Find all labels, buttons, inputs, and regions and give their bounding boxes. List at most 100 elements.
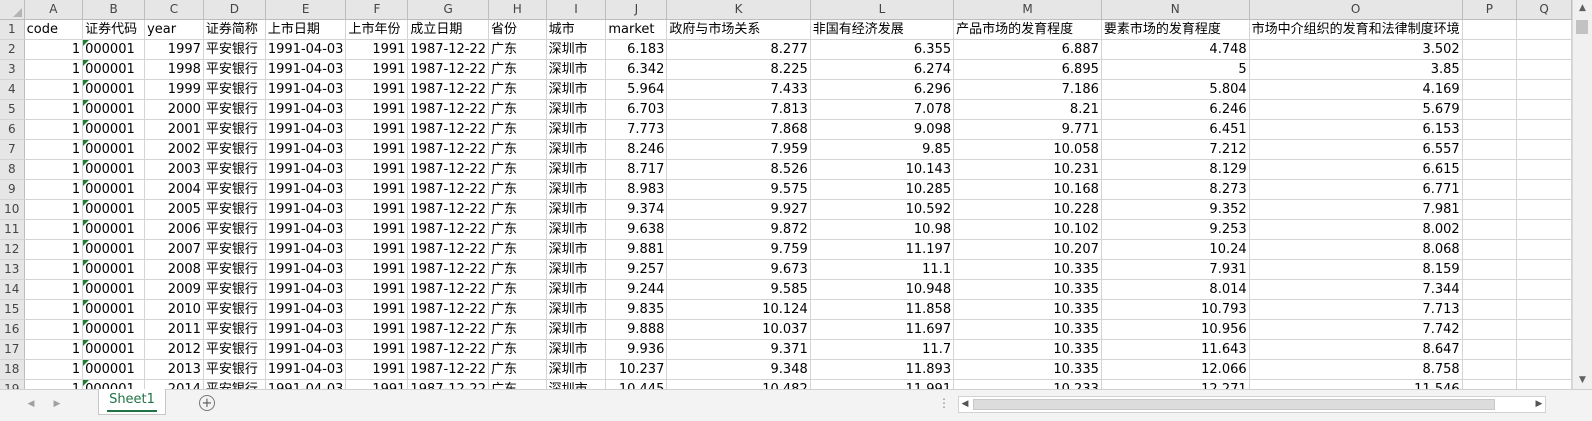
cell[interactable]: 1991 (345, 379, 409, 389)
cell[interactable]: 3.85 (1249, 59, 1463, 80)
cell[interactable]: 广东 (488, 319, 547, 340)
cell[interactable]: 1991 (345, 199, 409, 220)
row-header[interactable]: 6 (0, 119, 25, 140)
cell[interactable]: 深圳市 (546, 379, 607, 389)
cell[interactable]: 10.335 (953, 339, 1102, 360)
cell[interactable]: 1991 (345, 299, 409, 320)
cell[interactable]: 广东 (488, 239, 547, 260)
cell[interactable]: 1991-04-03 (265, 359, 347, 380)
cell[interactable]: 10.335 (953, 359, 1102, 380)
cell[interactable]: 广东 (488, 59, 547, 80)
cell[interactable]: 9.673 (666, 259, 811, 280)
column-header-m[interactable]: M (953, 0, 1102, 20)
cell[interactable]: 2010 (144, 299, 204, 320)
cell[interactable]: 平安银行 (203, 299, 266, 320)
cell[interactable]: 9.585 (666, 279, 811, 300)
cell[interactable]: 7.186 (953, 79, 1102, 100)
cell[interactable]: 1 (24, 379, 84, 389)
column-header-d[interactable]: D (203, 0, 266, 20)
cell[interactable]: 6.274 (810, 59, 955, 80)
cell[interactable]: 1987-12-22 (407, 379, 489, 389)
cell[interactable]: 1987-12-22 (407, 199, 489, 220)
cell[interactable]: 9.638 (605, 219, 668, 240)
cell[interactable] (1516, 319, 1572, 340)
cell[interactable]: 深圳市 (546, 99, 607, 120)
cell[interactable] (1516, 119, 1572, 140)
header-cell[interactable]: 上市日期 (265, 19, 347, 40)
cell[interactable]: 1 (24, 199, 84, 220)
cell[interactable] (1516, 339, 1572, 360)
cell[interactable]: 广东 (488, 259, 547, 280)
row-header[interactable]: 12 (0, 239, 25, 260)
spreadsheet-table[interactable]: ABCDEFGHIJKLMNOPQ 1 code 证券代码 year 证券简称 上市日期上… (0, 0, 1572, 389)
cell[interactable]: 5 (1101, 59, 1250, 80)
cell[interactable]: 2006 (144, 219, 204, 240)
column-header-o[interactable]: O (1249, 0, 1463, 20)
row-header[interactable]: 9 (0, 179, 25, 200)
cell[interactable]: 000001 (82, 339, 146, 360)
cell[interactable] (1462, 219, 1518, 240)
row-header[interactable]: 13 (0, 259, 25, 280)
cell[interactable]: 11.858 (810, 299, 955, 320)
cell[interactable] (1516, 219, 1572, 240)
column-header-i[interactable]: I (546, 0, 607, 20)
column-header-l[interactable]: L (810, 0, 955, 20)
cell[interactable]: 平安银行 (203, 59, 266, 80)
cell[interactable]: 广东 (488, 299, 547, 320)
header-cell[interactable]: 证券简称 (203, 19, 266, 40)
horizontal-scrollbar[interactable]: ◀ ▶ (958, 396, 1546, 413)
cell[interactable]: 5.804 (1101, 79, 1250, 100)
cell[interactable]: 7.212 (1101, 139, 1250, 160)
cell[interactable]: 平安银行 (203, 279, 266, 300)
row-header[interactable]: 2 (0, 39, 25, 60)
header-cell[interactable]: 城市 (546, 19, 607, 40)
header-cell[interactable]: 证券代码 (82, 19, 146, 40)
cell[interactable]: 10.058 (953, 139, 1102, 160)
cell[interactable]: 000001 (82, 299, 146, 320)
cell[interactable]: 2014 (144, 379, 204, 389)
cell[interactable]: 2005 (144, 199, 204, 220)
row-header[interactable]: 8 (0, 159, 25, 180)
cell[interactable] (1462, 199, 1518, 220)
cell[interactable]: 1987-12-22 (407, 59, 489, 80)
header-cell[interactable] (1462, 19, 1518, 40)
cell[interactable]: 1991 (345, 179, 409, 200)
cell[interactable]: 8.277 (666, 39, 811, 60)
cell[interactable]: 6.153 (1249, 119, 1463, 140)
cell[interactable]: 1991 (345, 219, 409, 240)
cell[interactable]: 2013 (144, 359, 204, 380)
cell[interactable]: 8.273 (1101, 179, 1250, 200)
cell[interactable]: 2011 (144, 319, 204, 340)
cell[interactable]: 平安银行 (203, 319, 266, 340)
cell[interactable]: 1991 (345, 99, 409, 120)
cell[interactable] (1516, 59, 1572, 80)
cell[interactable]: 1991-04-03 (265, 259, 347, 280)
cell[interactable] (1516, 179, 1572, 200)
cell[interactable]: 1991-04-03 (265, 379, 347, 389)
cell[interactable]: 2000 (144, 99, 204, 120)
cell[interactable]: 7.868 (666, 119, 811, 140)
row-header[interactable]: 14 (0, 279, 25, 300)
cell[interactable]: 1991-04-03 (265, 79, 347, 100)
cell[interactable]: 1991 (345, 239, 409, 260)
cell[interactable] (1516, 299, 1572, 320)
cell[interactable]: 1987-12-22 (407, 319, 489, 340)
cell[interactable] (1462, 319, 1518, 340)
cell[interactable]: 10.231 (953, 159, 1102, 180)
cell[interactable]: 2003 (144, 159, 204, 180)
cell[interactable] (1462, 239, 1518, 260)
cell[interactable]: 10.445 (605, 379, 668, 389)
cell[interactable]: 10.956 (1101, 319, 1250, 340)
cell[interactable] (1516, 79, 1572, 100)
cell[interactable]: 深圳市 (546, 159, 607, 180)
cell[interactable]: 8.717 (605, 159, 668, 180)
cell[interactable]: 9.927 (666, 199, 811, 220)
cell[interactable]: 7.773 (605, 119, 668, 140)
chevron-right-icon[interactable]: ▶ (50, 396, 64, 412)
cell[interactable]: 000001 (82, 239, 146, 260)
cell[interactable]: 12.066 (1101, 359, 1250, 380)
cell[interactable]: 9.85 (810, 139, 955, 160)
cell[interactable]: 1987-12-22 (407, 119, 489, 140)
cell[interactable]: 1987-12-22 (407, 359, 489, 380)
cell[interactable]: 广东 (488, 179, 547, 200)
